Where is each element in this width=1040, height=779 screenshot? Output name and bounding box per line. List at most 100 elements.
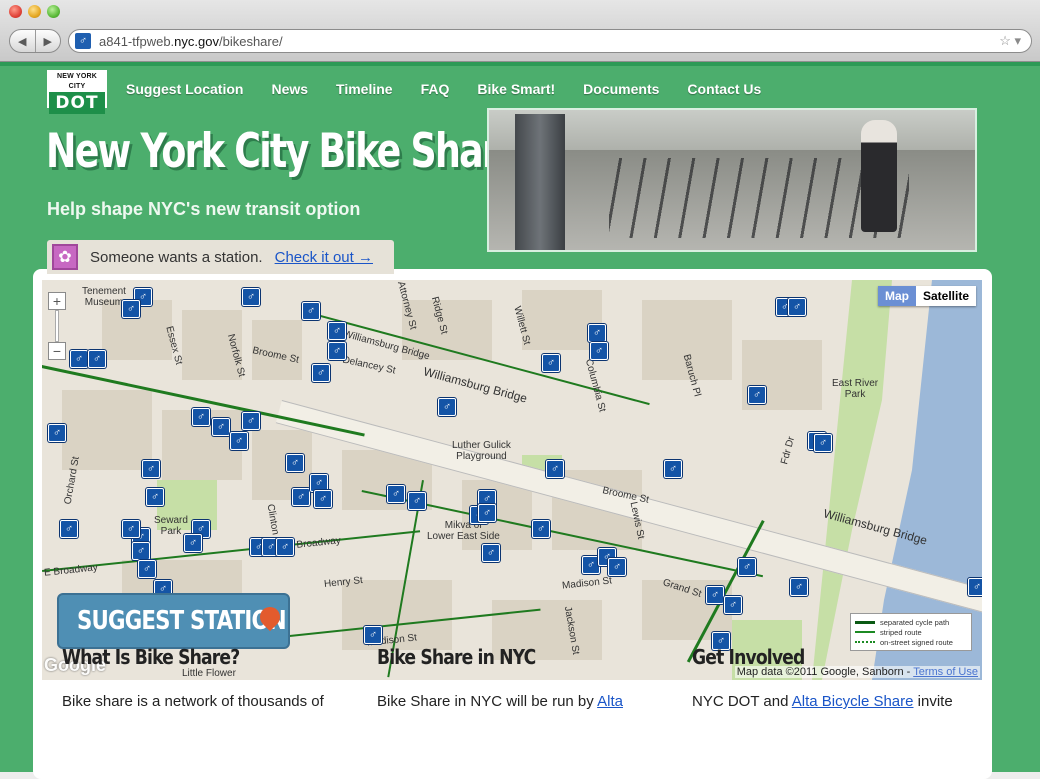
bike-station-icon[interactable]: ♂ (122, 300, 140, 318)
bike-station-icon[interactable]: ♂ (146, 488, 164, 506)
bike-station-icon[interactable]: ♂ (48, 424, 66, 442)
map-label: Fdr Dr (779, 435, 798, 466)
bike-station-icon[interactable]: ♂ (408, 492, 426, 510)
address-bar[interactable]: ♂ a841-tfpweb.nyc.gov/bikeshare/ ☆ ▾ (68, 29, 1032, 53)
bike-station-icon[interactable]: ♂ (276, 538, 294, 556)
map-label: Madison St (561, 575, 613, 592)
map-label: E Broadway (286, 535, 342, 552)
alta-bicycle-share-link[interactable]: Alta Bicycle Share (792, 693, 914, 710)
bike-station-icon[interactable]: ♂ (387, 485, 405, 503)
bike-station-icon[interactable]: ♂ (60, 520, 78, 538)
bike-station-icon[interactable]: ♂ (302, 302, 320, 320)
bike-station-icon[interactable]: ♂ (142, 460, 160, 478)
station-notice: ✿ Someone wants a station. Check it out … (47, 240, 394, 274)
bike-station-icon[interactable]: ♂ (286, 454, 304, 472)
map-label: East River Park (832, 378, 879, 400)
column-heading: What Is Bike Share? (62, 645, 240, 669)
bike-station-icon[interactable]: ♂ (546, 460, 564, 478)
nav-documents[interactable]: Documents (583, 81, 659, 97)
bike-station-icon[interactable]: ♂ (482, 544, 500, 562)
bike-station-icon[interactable]: ♂ (242, 412, 260, 430)
bike-station-icon[interactable]: ♂ (292, 488, 310, 506)
bike-station-icon[interactable]: ♂ (70, 350, 88, 368)
bike-station-icon[interactable]: ♂ (88, 350, 106, 368)
bookmark-star-icon[interactable]: ☆ ▾ (999, 33, 1021, 49)
map-type-satellite-button[interactable]: Satellite (915, 286, 976, 306)
map-label: E Broadway (43, 562, 99, 579)
bike-station-icon[interactable]: ♂ (192, 408, 210, 426)
divider (0, 62, 1040, 66)
notice-message: Someone wants a station. (90, 248, 263, 266)
alta-link[interactable]: Alta (597, 693, 623, 710)
zoom-in-button[interactable]: + (48, 292, 66, 310)
nav-timeline[interactable]: Timeline (336, 81, 393, 97)
bike-station-icon[interactable]: ♂ (242, 288, 260, 306)
url-text[interactable]: a841-tfpweb.nyc.gov/bikeshare/ (99, 34, 283, 49)
legend-separated: separated cycle path (880, 617, 950, 627)
bike-station-icon[interactable]: ♂ (590, 342, 608, 360)
suggest-station-button[interactable]: SUGGEST STATION (57, 593, 290, 649)
map-type-control: Map Satellite (877, 286, 976, 306)
bike-station-icon[interactable]: ♂ (542, 354, 560, 372)
bike-station-icon[interactable]: ♂ (132, 542, 150, 560)
bike-station-icon[interactable]: ♂ (532, 520, 550, 538)
bike-station-icon[interactable]: ♂ (438, 398, 456, 416)
zoom-out-button[interactable]: − (48, 342, 66, 360)
nav-bike-smart[interactable]: Bike Smart! (477, 81, 555, 97)
bike-station-icon[interactable]: ♂ (212, 418, 230, 436)
bike-station-icon[interactable]: ♂ (664, 460, 682, 478)
column-text: NYC DOT and Alta Bicycle Share invite (692, 693, 953, 710)
bike-station-icon[interactable]: ♂ (312, 364, 330, 382)
bike-station-icon[interactable]: ♂ (748, 386, 766, 404)
bike-station-icon[interactable]: ♂ (328, 342, 346, 360)
logo-line1: NEW YORK CITY (57, 73, 97, 90)
nav-news[interactable]: News (271, 81, 308, 97)
map-label: Luther Gulick Playground (452, 440, 511, 462)
bike-station-icon[interactable]: ♂ (122, 520, 140, 538)
column-text: Bike Share in NYC will be run by Alta (377, 693, 623, 710)
close-window-button[interactable] (9, 5, 22, 18)
url-prefix: a841-tfpweb. (99, 33, 175, 49)
forward-icon[interactable]: ▶ (36, 30, 61, 52)
zoom-window-button[interactable] (47, 5, 60, 18)
bike-station-icon[interactable]: ♂ (314, 490, 332, 508)
bike-station-photo (487, 108, 977, 252)
nav-faq[interactable]: FAQ (421, 81, 450, 97)
legend-striped: striped route (880, 627, 922, 637)
map-type-map-button[interactable]: Map (877, 286, 916, 306)
bike-station-icon[interactable]: ♂ (364, 626, 382, 644)
logo-line2: DOT (49, 92, 105, 114)
station-marker-icon: ✿ (52, 244, 78, 270)
bike-station-icon[interactable]: ♂ (968, 578, 982, 596)
bike-station-icon[interactable]: ♂ (478, 504, 496, 522)
bike-station-icon[interactable]: ♂ (138, 560, 156, 578)
bike-station-icon[interactable]: ♂ (788, 298, 806, 316)
bike-station-icon[interactable]: ♂ (706, 586, 724, 604)
url-path: /bikeshare/ (218, 33, 283, 49)
zoom-slider[interactable] (55, 310, 59, 342)
suggest-station-label: SUGGEST STATION (77, 606, 287, 636)
bike-station-icon[interactable]: ♂ (184, 534, 202, 552)
kiosk-image (515, 114, 565, 250)
bike-station-icon[interactable]: ♂ (230, 432, 248, 450)
column-what-is-bike-share: What Is Bike Share? Bike share is a netw… (62, 645, 332, 713)
bike-station-icon[interactable]: ♂ (724, 596, 742, 614)
minimize-window-button[interactable] (28, 5, 41, 18)
rider-image (861, 120, 897, 232)
nyc-dot-logo[interactable]: NEW YORK CITY DOT (47, 70, 107, 114)
bike-station-icon[interactable]: ♂ (738, 558, 756, 576)
nav-suggest-location[interactable]: Suggest Location (126, 81, 243, 97)
column-heading: Get Involved (692, 645, 805, 669)
bike-station-icon[interactable]: ♂ (814, 434, 832, 452)
bike-share-map[interactable]: Tenement Museum Essex St Norfolk St Broo… (42, 280, 982, 680)
back-icon[interactable]: ◀ (10, 30, 36, 52)
main-nav: Suggest Location News Timeline FAQ Bike … (126, 81, 789, 97)
column-text: Bike share is a network of thousands of (62, 693, 324, 710)
bike-station-icon[interactable]: ♂ (608, 558, 626, 576)
nav-contact-us[interactable]: Contact Us (687, 81, 761, 97)
bike-station-icon[interactable]: ♂ (588, 324, 606, 342)
column-heading: Bike Share in NYC (377, 645, 536, 669)
bike-station-icon[interactable]: ♂ (790, 578, 808, 596)
bike-station-icon[interactable]: ♂ (328, 322, 346, 340)
check-it-out-link[interactable]: Check it out → (275, 249, 373, 266)
